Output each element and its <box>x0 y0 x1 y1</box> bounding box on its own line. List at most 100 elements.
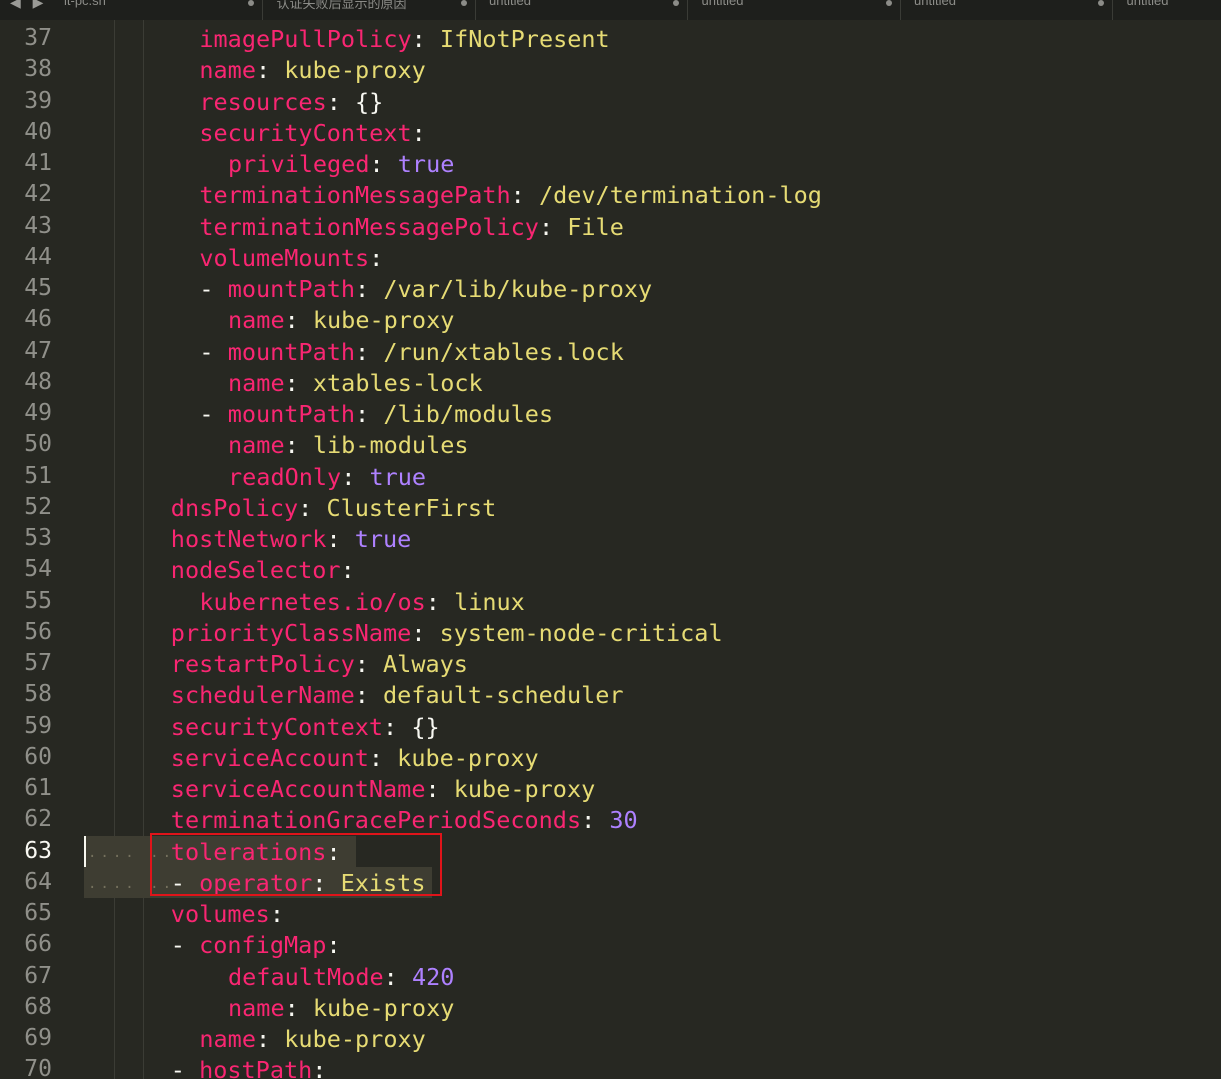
code-line[interactable]: 56 priorityClassName: system-node-critica… <box>0 617 1221 648</box>
yaml-value: Always <box>383 650 468 678</box>
yaml-key: mountPath <box>227 400 356 428</box>
tab-2[interactable]: 认证失败后显示的原因 <box>263 0 476 20</box>
tab-label: lt-pc.sh <box>64 0 106 8</box>
code-text: terminationMessagePath: /dev/termination… <box>199 181 822 209</box>
punctuation: : <box>538 212 568 241</box>
line-number: 57 <box>24 650 52 676</box>
yaml-key: schedulerName <box>170 681 355 710</box>
code-line[interactable]: 41 privileged: true <box>0 148 1221 179</box>
line-number: 61 <box>24 775 52 801</box>
code-line[interactable]: 57 restartPolicy: Always <box>0 648 1221 679</box>
yaml-value: linux <box>454 587 525 616</box>
yaml-value: kube-proxy <box>312 306 455 335</box>
code-line[interactable]: 60 serviceAccount: kube-proxy <box>0 742 1221 773</box>
unsaved-dot-icon[interactable] <box>1098 0 1104 6</box>
code-line[interactable]: 37 imagePullPolicy: IfNotPresent <box>0 23 1221 54</box>
yaml-value: kube-proxy <box>453 775 596 803</box>
tab-1[interactable]: lt-pc.sh <box>50 0 263 20</box>
yaml-key: volumeMounts <box>199 243 370 272</box>
code-line[interactable]: 55 kubernetes.io/os: linux <box>0 586 1221 617</box>
code-line[interactable]: 38 name: kube-proxy <box>0 54 1221 85</box>
code-text: name: lib-modules <box>228 431 469 459</box>
yaml-key: terminationMessagePath <box>199 181 511 210</box>
punctuation: : <box>312 1056 327 1079</box>
code-text: - mountPath: /run/xtables.lock <box>199 338 623 366</box>
code-line[interactable]: 66 - configMap: <box>0 929 1221 960</box>
yaml-value: kube-proxy <box>397 743 539 772</box>
yaml-value: /lib/modules <box>383 400 554 428</box>
code-line[interactable]: 46 name: kube-proxy <box>0 304 1221 335</box>
unsaved-dot-icon[interactable] <box>673 0 679 6</box>
code-text: - mountPath: /var/lib/kube-proxy <box>199 275 652 303</box>
code-line[interactable]: 65 volumes: <box>0 898 1221 929</box>
yaml-key: dnsPolicy <box>170 493 299 522</box>
punctuation: - <box>170 931 200 960</box>
code-line[interactable]: 47 - mountPath: /run/xtables.lock <box>0 336 1221 367</box>
code-editor[interactable]: 37 imagePullPolicy: IfNotPresent 38 name: k… <box>0 20 1221 1079</box>
unsaved-dot-icon[interactable] <box>460 0 467 6</box>
yaml-key: serviceAccountName <box>170 775 426 803</box>
code-line[interactable]: 51 readOnly: true <box>0 461 1221 492</box>
code-line[interactable]: 59 securityContext: {} <box>0 711 1221 742</box>
punctuation: : <box>368 743 398 772</box>
tab-4[interactable]: untitled <box>688 0 901 20</box>
punctuation: : <box>326 525 355 553</box>
tab-6[interactable]: untitled <box>1113 0 1221 20</box>
code-text: name: kube-proxy <box>199 56 425 84</box>
tab-nav-arrows-icon[interactable]: ◀ ▶ <box>10 0 47 11</box>
punctuation: : <box>284 368 313 397</box>
punctuation: - <box>199 275 228 303</box>
code-line[interactable]: 69 name: kube-proxy <box>0 1023 1221 1054</box>
line-number: 43 <box>24 212 52 239</box>
punctuation: : <box>581 806 610 835</box>
code-line[interactable]: 70 - hostPath: <box>0 1054 1221 1079</box>
tab-label: untitled <box>914 0 956 8</box>
line-number: 37 <box>24 25 52 51</box>
line-number: 65 <box>24 900 52 926</box>
punctuation: : <box>355 275 384 303</box>
punctuation: : <box>369 150 398 178</box>
line-number: 53 <box>24 525 52 551</box>
code-line[interactable]: 43 terminationMessagePolicy: File <box>0 211 1221 242</box>
code-line[interactable]: 50 name: lib-modules <box>0 429 1221 460</box>
yaml-key: priorityClassName <box>170 618 412 647</box>
yaml-value: File <box>567 212 624 241</box>
line-number: 62 <box>24 806 52 833</box>
code-line[interactable]: 45 - mountPath: /var/lib/kube-proxy <box>0 273 1221 304</box>
code-text: volumes: <box>171 900 284 928</box>
tab-bar: ◀ ▶ lt-pc.sh 认证失败后显示的原因 untitled untitled un… <box>0 0 1221 20</box>
code-line[interactable]: 52 dnsPolicy: ClusterFirst <box>0 492 1221 523</box>
code-text: kubernetes.io/os: linux <box>199 588 524 616</box>
code-line[interactable]: 62 terminationGracePeriodSeconds: 30 <box>0 804 1221 835</box>
code-line[interactable]: 42 terminationMessagePath: /dev/terminati… <box>0 179 1221 210</box>
code-line[interactable]: 53 hostNetwork: true <box>0 523 1221 554</box>
code-line[interactable]: 48 name: xtables-lock <box>0 367 1221 398</box>
line-number: 45 <box>24 275 52 301</box>
code-text: imagePullPolicy: IfNotPresent <box>199 25 609 53</box>
code-line[interactable]: 68 name: kube-proxy <box>0 992 1221 1023</box>
yaml-key: readOnly <box>228 462 342 491</box>
tab-label: 认证失败后显示的原因 <box>276 0 407 11</box>
punctuation: - <box>199 337 228 366</box>
code-line[interactable]: 39 resources: {} <box>0 86 1221 117</box>
code-line[interactable]: 49 - mountPath: /lib/modules <box>0 398 1221 429</box>
code-line[interactable]: 54 nodeSelector: <box>0 554 1221 585</box>
line-number: 63 <box>24 837 52 864</box>
code-line[interactable]: 58 schedulerName: default-scheduler <box>0 679 1221 710</box>
line-number: 59 <box>24 712 52 739</box>
line-number: 49 <box>24 400 52 426</box>
unsaved-dot-icon[interactable] <box>248 0 254 6</box>
yaml-key: nodeSelector <box>170 556 341 585</box>
code-line[interactable]: 44 volumeMounts: <box>0 242 1221 273</box>
tab-3[interactable]: untitled <box>475 0 688 20</box>
yaml-constant: true <box>397 150 455 178</box>
code-text: - mountPath: /lib/modules <box>199 400 553 428</box>
tab-label: untitled <box>701 0 744 8</box>
line-number: 67 <box>24 962 52 989</box>
code-line[interactable]: 61 serviceAccountName: kube-proxy <box>0 773 1221 804</box>
unsaved-dot-icon[interactable] <box>885 0 892 6</box>
code-line[interactable]: 40 securityContext: <box>0 117 1221 148</box>
tab-5[interactable]: untitled <box>900 0 1113 20</box>
code-line[interactable]: 67 defaultMode: 420 <box>0 961 1221 992</box>
code-text: serviceAccount: kube-proxy <box>171 744 539 772</box>
